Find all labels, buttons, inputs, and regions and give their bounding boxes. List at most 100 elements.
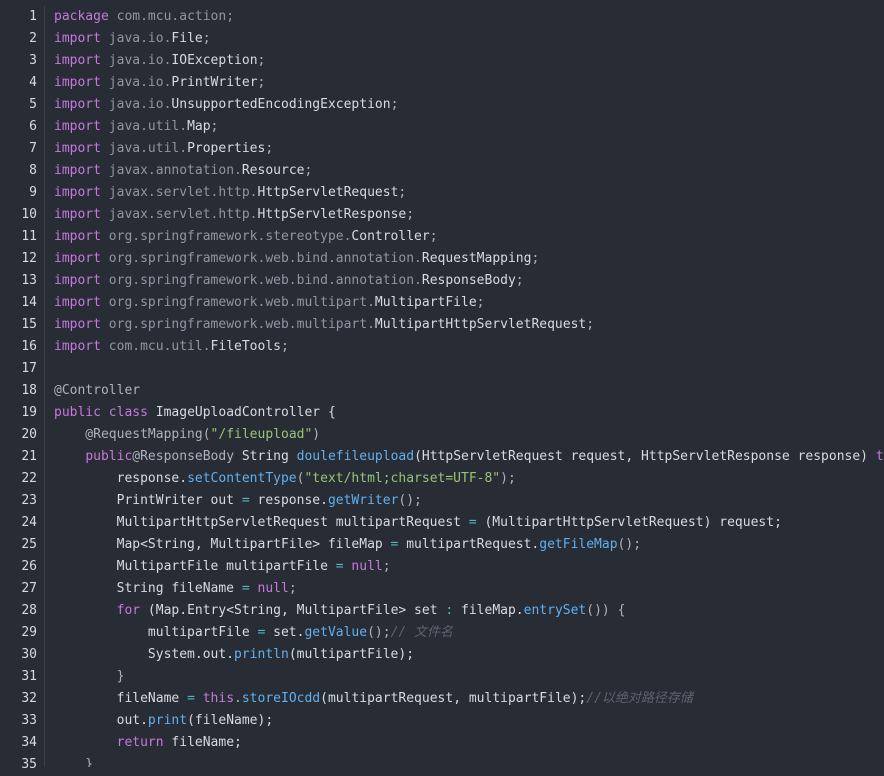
code-token: } — [54, 757, 94, 767]
code-token: File — [171, 31, 203, 46]
code-line[interactable]: PrintWriter out = response.getWriter(); — [54, 490, 884, 512]
line-number: 31 — [21, 669, 37, 684]
code-token: ; — [281, 339, 289, 354]
code-token: = — [335, 559, 344, 574]
code-line[interactable]: import java.io.IOException; — [54, 50, 884, 72]
line-number: 16 — [21, 339, 37, 354]
code-token: response. — [54, 471, 188, 486]
code-token: Controller — [351, 229, 430, 244]
code-token: Map<String, MultipartFile> fileMap — [54, 537, 391, 552]
code-token: this — [202, 691, 235, 706]
code-token: String — [234, 449, 297, 464]
code-token: import — [54, 207, 101, 222]
code-line[interactable]: MultipartHttpServletRequest multipartReq… — [54, 512, 884, 534]
line-number: 9 — [29, 185, 37, 200]
code-line[interactable]: package com.mcu.action; — [54, 6, 884, 28]
code-token: java.io. — [100, 75, 172, 90]
code-line[interactable]: public class ImageUploadController { — [54, 402, 884, 424]
code-line[interactable]: fileName = this.storeIOcdd(multipartRequ… — [54, 688, 884, 710]
code-token: multipartFile — [54, 625, 258, 640]
code-area[interactable]: package com.mcu.action; import java.io.Fi… — [54, 6, 884, 767]
code-token: = — [241, 493, 250, 508]
code-line[interactable]: import org.springframework.web.multipart… — [54, 292, 884, 314]
code-line[interactable]: import java.io.File; — [54, 28, 884, 50]
code-token: getWriter — [327, 493, 399, 508]
code-line[interactable]: String fileName = null; — [54, 578, 884, 600]
code-token: "/fileupload" — [210, 427, 313, 442]
code-token: import — [54, 251, 101, 266]
code-line[interactable]: System.out.println(multipartFile); — [54, 644, 884, 666]
line-number: 19 — [21, 405, 37, 420]
code-token: "text/html;charset=UTF-8" — [304, 471, 501, 486]
code-token: (MultipartHttpServletRequest) request; — [476, 515, 782, 530]
code-line[interactable] — [54, 358, 884, 380]
code-line[interactable]: } — [54, 754, 884, 767]
code-token: ; — [210, 119, 219, 134]
code-line[interactable]: import org.springframework.stereotype.Co… — [54, 226, 884, 248]
line-number: 35 — [21, 757, 37, 772]
code-line[interactable]: MultipartFile multipartFile = null; — [54, 556, 884, 578]
code-token: org.springframework.web.multipart. — [100, 295, 375, 310]
line-number: 12 — [21, 251, 37, 266]
code-line[interactable]: out.print(fileName); — [54, 710, 884, 732]
code-line[interactable]: import javax.servlet.http.HttpServletReq… — [54, 182, 884, 204]
code-line[interactable]: Map<String, MultipartFile> fileMap = mul… — [54, 534, 884, 556]
code-editor[interactable]: 1 2 3 4 5 6 7 8 9 10 11 12 13 14 15 16 17 18 19 20 21 22 23 24 2… — [0, 6, 884, 772]
code-token: response. — [249, 493, 328, 508]
code-token: javax.servlet.http. — [100, 207, 258, 222]
code-line[interactable]: import java.io.UnsupportedEncodingExcept… — [54, 94, 884, 116]
code-token: org.springframework.web.multipart. — [100, 317, 375, 332]
code-line[interactable]: import javax.servlet.http.HttpServletRes… — [54, 204, 884, 226]
code-line[interactable]: import org.springframework.web.multipart… — [54, 314, 884, 336]
code-token: fileName — [54, 691, 188, 706]
code-token: Map — [187, 119, 211, 134]
code-token: ; — [382, 559, 391, 574]
code-token: entrySet — [523, 603, 587, 618]
code-line[interactable]: import com.mcu.util.FileTools; — [54, 336, 884, 358]
code-token: ; — [257, 53, 266, 68]
code-line[interactable]: return fileName; — [54, 732, 884, 754]
code-line[interactable]: import org.springframework.web.bind.anno… — [54, 270, 884, 292]
code-line[interactable]: @RequestMapping("/fileupload") — [54, 424, 884, 446]
code-token: null — [257, 581, 289, 596]
line-number: 20 — [21, 427, 37, 442]
code-token: java.io. — [100, 97, 172, 112]
code-token: ImageUploadController { — [147, 405, 336, 420]
code-token: java.io. — [100, 31, 172, 46]
line-number: 1 — [29, 9, 37, 24]
code-token: null — [351, 559, 383, 574]
line-number: 4 — [29, 75, 37, 90]
code-line[interactable]: response.setContentType("text/html;chars… — [54, 468, 884, 490]
code-token: fileMap. — [453, 603, 524, 618]
code-line[interactable]: import org.springframework.web.bind.anno… — [54, 248, 884, 270]
code-token: org.springframework.stereotype. — [100, 229, 352, 244]
code-line[interactable]: public@ResponseBody String doulefileuplo… — [54, 446, 884, 468]
line-number-gutter: 1 2 3 4 5 6 7 8 9 10 11 12 13 14 15 16 17 18 19 20 21 22 23 24 2… — [0, 6, 45, 772]
code-line[interactable]: import javax.annotation.Resource; — [54, 160, 884, 182]
code-token: class — [108, 405, 148, 420]
code-line[interactable]: import java.util.Properties; — [54, 138, 884, 160]
code-line[interactable]: } — [54, 666, 884, 688]
code-line[interactable]: for (Map.Entry<String, MultipartFile> se… — [54, 600, 884, 622]
code-line[interactable]: import java.util.Map; — [54, 116, 884, 138]
code-token: Properties — [187, 141, 266, 156]
code-token: //以绝对路径存储 — [586, 691, 693, 706]
code-token: ; — [406, 207, 415, 222]
line-number: 2 — [29, 31, 37, 46]
line-number: 14 — [21, 295, 37, 310]
code-line[interactable]: @Controller — [54, 380, 884, 402]
code-token: ; — [515, 273, 524, 288]
line-number: 21 — [21, 449, 37, 464]
code-token: = — [468, 515, 477, 530]
code-token: println — [234, 647, 289, 662]
code-line[interactable]: multipartFile = set.getValue();// 文件名 — [54, 622, 884, 644]
code-line[interactable]: import java.io.PrintWriter; — [54, 72, 884, 94]
code-token: throws — [875, 449, 884, 464]
code-token: public — [54, 405, 101, 420]
code-token: import — [54, 97, 101, 112]
code-token: setContentType — [187, 471, 297, 486]
code-token: doulefileupload — [296, 449, 415, 464]
